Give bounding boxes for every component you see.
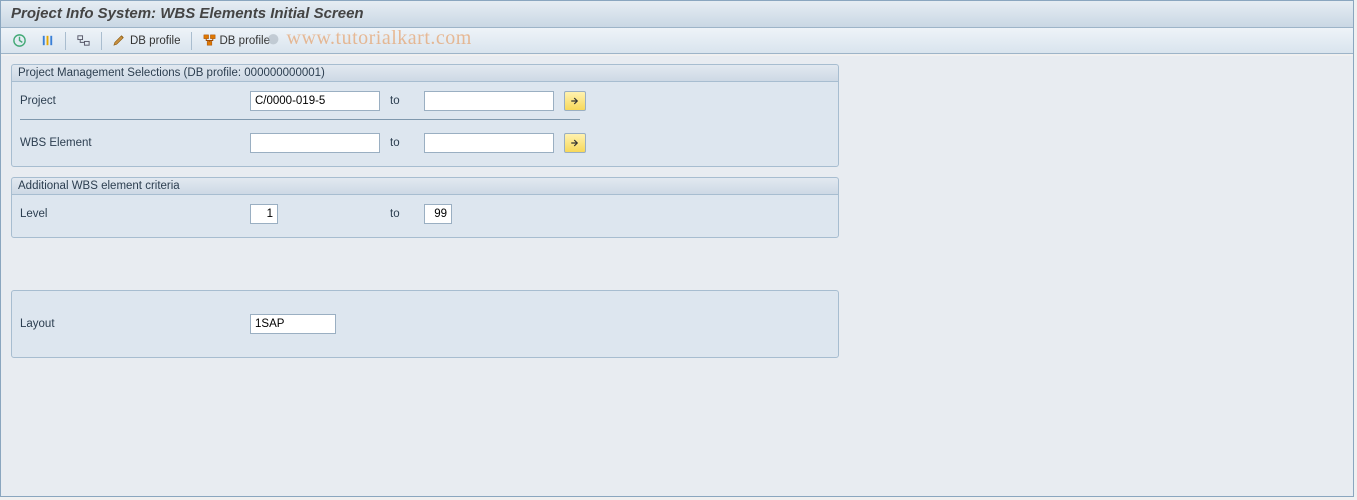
wbs-from-input[interactable]: [250, 133, 380, 153]
project-selections-group: Project Management Selections (DB profil…: [11, 64, 839, 167]
level-label: Level: [20, 208, 250, 220]
hierarchy-button[interactable]: [71, 31, 96, 51]
spacer: [11, 248, 1343, 290]
execute-button[interactable]: [7, 31, 32, 51]
level-to-input[interactable]: [424, 204, 452, 224]
project-selections-title: Project Management Selections (DB profil…: [12, 65, 838, 82]
page-title: Project Info System: WBS Elements Initia…: [11, 5, 364, 22]
clock-execute-icon: [12, 33, 27, 48]
toolbar-separator: [65, 32, 66, 50]
titlebar: Project Info System: WBS Elements Initia…: [1, 1, 1353, 28]
layout-row: Layout: [20, 311, 830, 337]
select-structure-icon: [202, 33, 217, 48]
project-multiple-selection-button[interactable]: [564, 91, 586, 111]
arrow-right-icon: [569, 137, 581, 149]
layout-input[interactable]: [250, 314, 336, 334]
app-window: Project Info System: WBS Elements Initia…: [0, 0, 1354, 497]
level-to-label: to: [380, 208, 424, 220]
toolbar-separator: [101, 32, 102, 50]
divider: [20, 119, 580, 120]
wbs-label: WBS Element: [20, 137, 250, 149]
additional-criteria-title: Additional WBS element criteria: [12, 178, 838, 195]
toolbar-separator: [191, 32, 192, 50]
project-from-input[interactable]: [250, 91, 380, 111]
additional-criteria-group: Additional WBS element criteria Level to: [11, 177, 839, 238]
level-from-input[interactable]: [250, 204, 278, 224]
hierarchy-icon: [76, 33, 91, 48]
wbs-to-label: to: [380, 137, 424, 149]
project-row: Project to: [20, 88, 830, 114]
project-label: Project: [20, 95, 250, 107]
project-to-input[interactable]: [424, 91, 554, 111]
level-row: Level to: [20, 201, 830, 227]
wbs-row: WBS Element to: [20, 130, 830, 156]
arrow-right-icon: [569, 95, 581, 107]
db-profile-choose-label: DB profile: [220, 35, 271, 47]
project-to-label: to: [380, 95, 424, 107]
bars-icon: [40, 33, 55, 48]
db-profile-choose-button[interactable]: DB profile: [197, 31, 276, 51]
layout-label: Layout: [20, 318, 250, 330]
status-button[interactable]: [35, 31, 60, 51]
db-profile-edit-button[interactable]: DB profile: [107, 31, 186, 51]
wbs-multiple-selection-button[interactable]: [564, 133, 586, 153]
content-area: Project Management Selections (DB profil…: [1, 56, 1353, 496]
db-profile-edit-label: DB profile: [130, 35, 181, 47]
toolbar: DB profile DB profile: [1, 28, 1353, 54]
layout-group: Layout: [11, 290, 839, 358]
wbs-to-input[interactable]: [424, 133, 554, 153]
pencil-icon: [112, 33, 127, 48]
